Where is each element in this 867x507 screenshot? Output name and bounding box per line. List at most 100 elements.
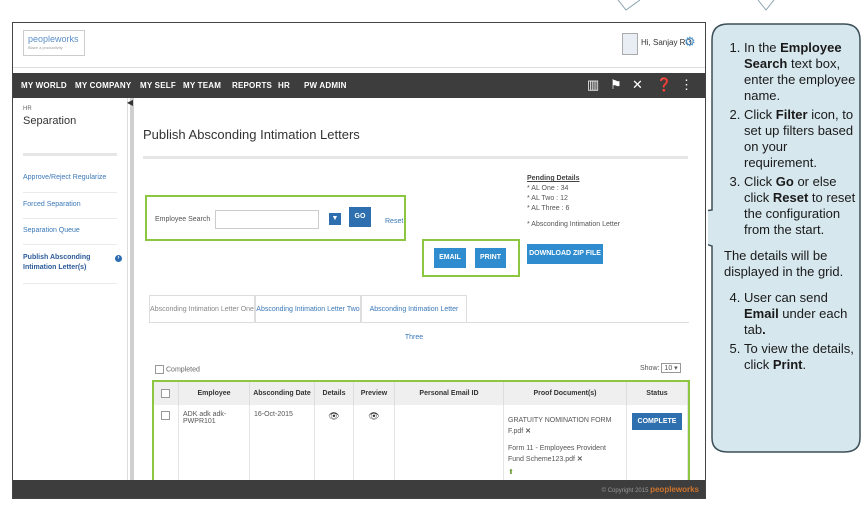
download-zip-button[interactable]: DOWNLOAD ZIP FILE — [527, 244, 603, 264]
sidebar-title: Separation — [23, 115, 77, 127]
email-print-highlight: EMAIL PRINT — [422, 239, 520, 277]
flag-icon[interactable]: ⚑ — [610, 77, 622, 93]
step-text: User can send — [744, 290, 828, 305]
document-link[interactable]: Form 11 - Employees Provident Fund Schem… — [508, 443, 622, 465]
page-size-select[interactable]: 10 ▾ — [661, 363, 681, 373]
pending-line: * Absconding Intimation Letter — [527, 221, 621, 228]
avatar[interactable] — [622, 33, 638, 55]
reset-link[interactable]: Reset — [385, 218, 403, 225]
employee-search-label: Employee Search — [155, 216, 211, 223]
gear-icon[interactable]: ⚙ — [684, 34, 696, 50]
tab-divider — [149, 322, 689, 323]
sidebar-item-approve-reject[interactable]: Approve/Reject Regularize — [23, 174, 106, 181]
tools-icon[interactable]: ✕ — [632, 77, 643, 93]
column-header: Proof Document(s) — [503, 382, 627, 405]
step-keyword: Reset — [772, 190, 809, 205]
column-header: Preview — [353, 382, 395, 405]
help-icon[interactable]: ❓ — [656, 77, 672, 93]
pending-details: Pending Details * AL One : 34 * AL Two :… — [527, 174, 620, 230]
sidebar-item-label: Publish Absconding Intimation Letter(s) — [23, 254, 91, 271]
network-icon[interactable]: ⋮ — [680, 77, 693, 93]
callout-instructions: In the Employee Search text box, enter t… — [724, 40, 856, 376]
step-text: Click — [744, 174, 776, 189]
step-text: In the — [744, 40, 781, 55]
title-divider — [143, 156, 688, 159]
document-link[interactable]: GRATUITY NOMINATION FORM F.pdf ✕ — [508, 415, 622, 437]
nav-my-company[interactable]: MY COMPANY — [75, 81, 131, 90]
table-header-row: Employee Absconding Date Details Preview… — [154, 382, 688, 405]
status-cell: COMPLETE — [626, 405, 688, 484]
pending-line: * AL One : 34 — [527, 185, 569, 192]
show-label: Show: — [640, 365, 660, 372]
tab-letter-one[interactable]: Absconding Intimation Letter One — [149, 295, 255, 323]
step-keyword: Print — [772, 357, 803, 372]
peopleworks-logo[interactable]: peopleworks Blaze a productivity — [23, 30, 85, 56]
pending-heading: Pending Details — [527, 175, 580, 182]
step-text: Click — [744, 107, 776, 122]
employee-search-input[interactable] — [215, 210, 319, 229]
app-window: peopleworks Blaze a productivity Hi, San… — [12, 22, 706, 499]
sidebar-item-publish-absconding[interactable]: Publish Absconding Intimation Letter(s) … — [23, 253, 122, 273]
completed-filter[interactable]: Completed — [155, 365, 200, 374]
copyright-text: © Copyright 2015 — [601, 488, 649, 494]
sidebar-divider — [23, 218, 117, 219]
sidebar-divider — [23, 244, 117, 245]
select-all-header[interactable] — [154, 382, 179, 405]
main-nav: MY WORLD MY COMPANY MY SELF MY TEAM REPO… — [13, 73, 705, 98]
upload-icon[interactable]: ⬆ — [508, 467, 622, 478]
footer-copyright: © Copyright 2015 peopleworks — [602, 485, 699, 494]
filter-icon[interactable]: ▼ — [329, 213, 341, 225]
pending-line: * AL Two : 12 — [527, 195, 568, 202]
nav-my-team[interactable]: MY TEAM — [183, 81, 221, 90]
nav-reports[interactable]: REPORTS — [232, 81, 272, 90]
sidebar-item-separation-queue[interactable]: Separation Queue — [23, 227, 80, 234]
arrow-right-icon: › — [115, 255, 122, 262]
go-button[interactable]: GO — [349, 207, 371, 227]
column-header: Details — [314, 382, 354, 405]
remove-document-icon[interactable]: ✕ — [525, 428, 531, 435]
preview-icon[interactable]: 👁 — [368, 411, 379, 421]
sidebar-divider — [23, 283, 117, 284]
footer: © Copyright 2015 peopleworks — [13, 480, 705, 498]
step-keyword: . — [762, 322, 766, 337]
remove-document-icon[interactable]: ✕ — [577, 456, 583, 463]
callout-note: The details will be displayed in the gri… — [724, 248, 844, 279]
table-row: ADK adk adk- PWPR101 16-Oct-2015 👁 👁 GRA… — [154, 405, 688, 484]
step-keyword: Filter — [775, 107, 808, 122]
sidebar: HR Separation Approve/Reject Regularize … — [13, 98, 128, 498]
instruction-step: To view the details, click Print. — [744, 341, 856, 373]
instruction-steps: In the Employee Search text box, enter t… — [724, 40, 856, 238]
book-icon[interactable]: ▥ — [587, 77, 599, 93]
letters-table: Employee Absconding Date Details Preview… — [154, 382, 688, 484]
absconding-date-cell: 16-Oct-2015 — [249, 405, 315, 484]
completed-checkbox[interactable] — [155, 365, 164, 374]
document-name: Form 11 - Employees Provident Fund Schem… — [508, 445, 606, 463]
sidebar-section-label: HR — [23, 106, 32, 112]
view-details-icon[interactable]: 👁 — [328, 411, 339, 421]
page-title: Publish Absconding Intimation Letters — [143, 127, 360, 142]
print-button[interactable]: PRINT — [475, 248, 506, 268]
collapse-sidebar-icon[interactable]: ◀ — [126, 98, 134, 118]
email-button[interactable]: EMAIL — [434, 248, 466, 268]
instruction-step: Click Filter icon, to set up filters bas… — [744, 107, 856, 171]
tab-letter-two[interactable]: Absconding Intimation Letter Two — [255, 295, 361, 323]
complete-button[interactable]: COMPLETE — [631, 413, 683, 430]
tab-letter-three[interactable]: Absconding Intimation Letter Three — [361, 295, 467, 341]
employee-search-panel: Employee Search ▼ GO Reset — [145, 195, 406, 241]
logo-text: peopleworks — [28, 34, 79, 44]
select-all-checkbox[interactable] — [160, 389, 170, 398]
column-header: Status — [626, 382, 688, 405]
details-cell: 👁 — [314, 405, 354, 484]
row-checkbox[interactable] — [160, 411, 170, 420]
personal-email-cell — [394, 405, 504, 484]
nav-hr[interactable]: HR — [278, 81, 290, 90]
sidebar-item-forced-separation[interactable]: Forced Separation — [23, 201, 81, 208]
footer-brand: peopleworks — [650, 485, 699, 494]
sidebar-divider — [23, 153, 117, 156]
sidebar-scrollbar[interactable] — [130, 98, 134, 498]
nav-my-self[interactable]: MY SELF — [140, 81, 176, 90]
nav-my-world[interactable]: MY WORLD — [21, 81, 67, 90]
completed-label: Completed — [166, 366, 200, 374]
nav-pw-admin[interactable]: PW ADMIN — [304, 81, 347, 90]
proof-documents-cell: GRATUITY NOMINATION FORM F.pdf ✕ Form 11… — [503, 405, 627, 484]
